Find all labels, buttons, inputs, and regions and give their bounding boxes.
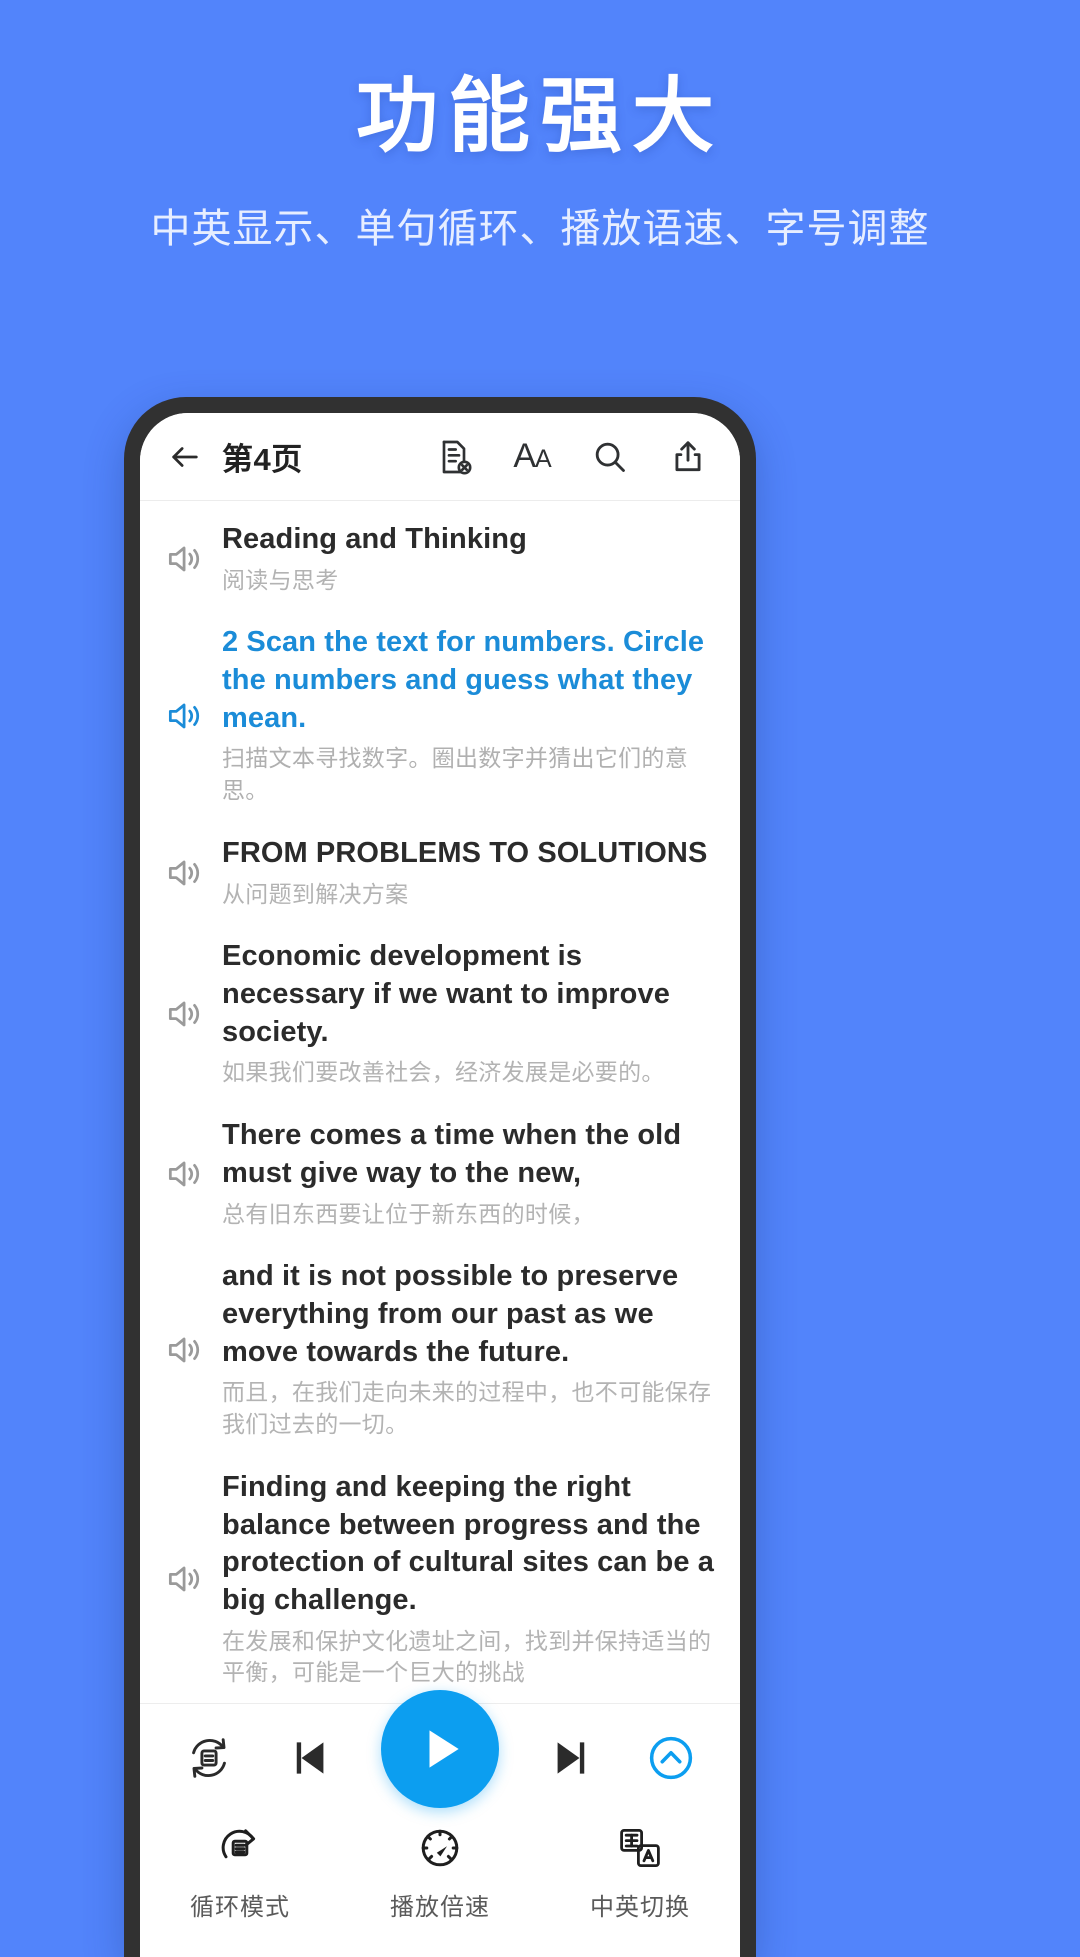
font-size-icon: AA bbox=[513, 437, 551, 475]
paragraph-text: There comes a time when the old must giv… bbox=[222, 1117, 714, 1230]
page-title: 第4页 bbox=[222, 442, 303, 477]
loop-mode-icon bbox=[216, 1821, 264, 1875]
speak-paragraph-button[interactable] bbox=[158, 851, 212, 895]
reader-content[interactable]: Reading and Thinking 阅读与思考 2 Scan the te… bbox=[140, 501, 740, 1703]
paragraph-row[interactable]: FROM PROBLEMS TO SOLUTIONS 从问题到解决方案 bbox=[140, 821, 740, 924]
phone-screen: 第4页 AA Reading and Thinking 阅读与思考 2 Scan… bbox=[140, 413, 740, 1957]
speaker-icon bbox=[168, 546, 200, 572]
paragraph-text: Economic development is necessary if we … bbox=[222, 938, 714, 1089]
paragraph-text: Reading and Thinking 阅读与思考 bbox=[222, 521, 714, 596]
speak-paragraph-button[interactable] bbox=[158, 1152, 212, 1196]
paragraph-row[interactable]: There comes a time when the old must giv… bbox=[140, 1103, 740, 1244]
paragraph-row[interactable]: and it is not possible to preserve every… bbox=[140, 1244, 740, 1455]
paragraph-chinese: 而且，在我们走向未来的过程中，也不可能保存我们过去的一切。 bbox=[222, 1379, 712, 1438]
promo-title: 功能强大 bbox=[355, 71, 724, 162]
search-icon bbox=[595, 442, 625, 472]
collapse-panel-button[interactable] bbox=[636, 1723, 706, 1793]
speaker-icon bbox=[168, 1566, 200, 1592]
previous-sentence-button[interactable] bbox=[278, 1723, 348, 1793]
speak-paragraph-button[interactable] bbox=[158, 1557, 212, 1601]
speak-paragraph-button[interactable] bbox=[158, 992, 212, 1036]
next-icon bbox=[557, 1741, 584, 1774]
speaker-icon bbox=[168, 703, 200, 729]
bottom-tabbar: 循环模式 播放倍速 中英切换 bbox=[140, 1811, 740, 1957]
sentence-loop-button[interactable] bbox=[174, 1723, 244, 1793]
paragraph-english: 2 Scan the text for numbers. Circle the … bbox=[222, 626, 705, 734]
promo-subtitle: 中英显示、单句循环、播放语速、字号调整 bbox=[150, 207, 930, 252]
tab-label: 循环模式 bbox=[190, 1894, 290, 1921]
paragraph-english: There comes a time when the old must giv… bbox=[222, 1119, 682, 1189]
speak-paragraph-button[interactable] bbox=[158, 537, 212, 581]
paragraph-row[interactable]: Reading and Thinking 阅读与思考 bbox=[140, 507, 740, 610]
speaker-icon bbox=[168, 860, 200, 886]
tab-loop-mode[interactable]: 循环模式 bbox=[140, 1821, 340, 1957]
speaker-icon bbox=[168, 1337, 200, 1362]
previous-icon bbox=[296, 1741, 323, 1774]
paragraph-chinese: 阅读与思考 bbox=[222, 566, 339, 593]
promo-header: 功能强大 中英显示、单句循环、播放语速、字号调整 bbox=[0, 0, 1080, 254]
speaker-icon bbox=[168, 1001, 200, 1027]
arrow-left-icon bbox=[172, 446, 198, 467]
paragraph-text: 2 Scan the text for numbers. Circle the … bbox=[222, 624, 714, 807]
paragraph-english: and it is not possible to preserve every… bbox=[222, 1260, 679, 1368]
tab-label: 播放倍速 bbox=[390, 1894, 490, 1921]
chevron-up-circle-icon bbox=[649, 1736, 693, 1779]
paragraph-text: and it is not possible to preserve every… bbox=[222, 1258, 714, 1441]
play-icon bbox=[429, 1729, 459, 1768]
language-toggle-icon bbox=[616, 1821, 664, 1875]
speaker-icon bbox=[168, 1161, 200, 1187]
sentence-loop-icon bbox=[192, 1737, 226, 1778]
paragraph-chinese: 如果我们要改善社会，经济发展是必要的。 bbox=[222, 1059, 665, 1086]
back-button[interactable] bbox=[162, 434, 208, 480]
paragraph-english: Finding and keeping the right balance be… bbox=[222, 1470, 714, 1616]
paragraph-chinese: 从问题到解决方案 bbox=[222, 880, 409, 907]
share-button[interactable] bbox=[660, 429, 716, 485]
clear-note-button[interactable] bbox=[426, 429, 482, 485]
tab-playback-speed[interactable]: 播放倍速 bbox=[340, 1821, 540, 1957]
clear-note-icon bbox=[442, 440, 472, 474]
paragraph-chinese: 在发展和保护文化遗址之间，找到并保持适当的平衡，可能是一个巨大的挑战 bbox=[222, 1627, 712, 1686]
play-button[interactable] bbox=[381, 1689, 499, 1808]
paragraph-english: Reading and Thinking bbox=[222, 523, 527, 555]
paragraph-chinese: 扫描文本寻找数字。圈出数字并猜出它们的意思。 bbox=[222, 745, 688, 804]
phone-mockup: 第4页 AA Reading and Thinking 阅读与思考 2 Scan… bbox=[124, 397, 756, 1957]
paragraph-row[interactable]: Economic development is necessary if we … bbox=[140, 924, 740, 1103]
paragraph-english: FROM PROBLEMS TO SOLUTIONS bbox=[222, 836, 708, 869]
paragraph-row[interactable]: 2 Scan the text for numbers. Circle the … bbox=[140, 610, 740, 821]
tab-label: 中英切换 bbox=[590, 1894, 690, 1921]
paragraph-row[interactable]: Finding and keeping the right balance be… bbox=[140, 1455, 740, 1703]
share-icon bbox=[675, 440, 701, 471]
speak-paragraph-button[interactable] bbox=[158, 694, 212, 738]
tab-language-toggle[interactable]: 中英切换 bbox=[540, 1821, 740, 1957]
paragraph-english: Economic development is necessary if we … bbox=[222, 940, 670, 1048]
next-sentence-button[interactable] bbox=[533, 1723, 603, 1793]
speak-paragraph-button[interactable] bbox=[158, 1328, 212, 1372]
paragraph-text: Finding and keeping the right balance be… bbox=[222, 1469, 714, 1689]
paragraph-text: FROM PROBLEMS TO SOLUTIONS 从问题到解决方案 bbox=[222, 835, 714, 910]
app-toolbar: 第4页 AA bbox=[140, 413, 740, 501]
font-size-button[interactable]: AA bbox=[504, 429, 560, 485]
paragraph-chinese: 总有旧东西要让位于新东西的时候， bbox=[222, 1200, 595, 1227]
playback-speed-icon bbox=[416, 1821, 464, 1875]
player-controls bbox=[140, 1689, 740, 1811]
search-button[interactable] bbox=[582, 429, 638, 485]
